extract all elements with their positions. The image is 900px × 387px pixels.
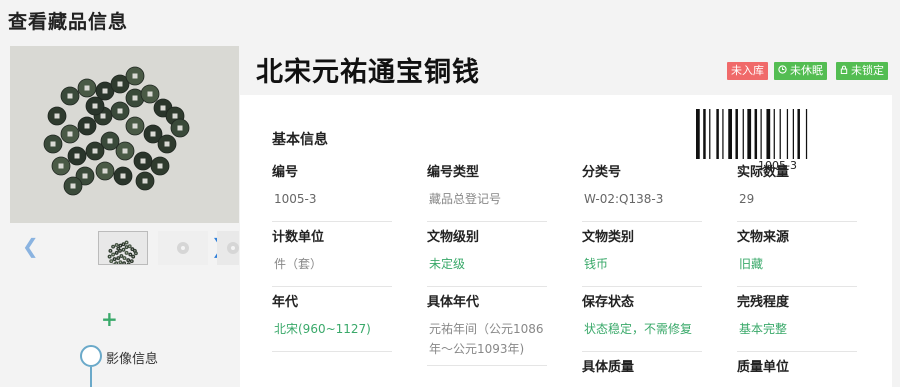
coins-thumbnail — [107, 240, 138, 264]
field-relic-level: 文物级别 未定级 — [427, 228, 547, 287]
status-badge-not-locked: 未锁定 — [836, 62, 888, 80]
relic-title: 北宋元祐通宝铜钱 — [256, 57, 480, 88]
field-value: 基本完整 — [737, 319, 857, 352]
badge-label: 未锁定 — [851, 64, 884, 77]
field-class-number: 分类号 W-02:Q138-3 — [582, 163, 702, 222]
clock-icon — [778, 62, 787, 80]
field-actual-quantity: 实际数量 29 — [737, 163, 857, 222]
status-badge-not-dormant: 未休眠 — [774, 62, 827, 80]
field-label: 计数单位 — [272, 230, 325, 245]
field-label: 分类号 — [582, 165, 622, 180]
field-label: 编号类型 — [427, 165, 480, 180]
field-value: 钱币 — [582, 254, 702, 287]
field-label: 文物来源 — [737, 230, 790, 245]
field-relic-source: 文物来源 旧藏 — [737, 228, 857, 287]
timeline-label-image-info[interactable]: 影像信息 — [106, 348, 158, 367]
lock-icon — [840, 62, 848, 80]
timeline-node-icon[interactable] — [80, 345, 102, 367]
section-title-basic-info: 基本信息 — [272, 132, 328, 148]
field-era: 年代 北宋(960~1127) — [272, 293, 392, 352]
field-value: 未定级 — [427, 254, 547, 287]
field-label: 文物级别 — [427, 230, 480, 245]
field-count-unit: 计数单位 件（套） — [272, 228, 392, 287]
thumbnail-3[interactable] — [217, 231, 239, 265]
chevron-left-icon[interactable]: ❮ — [22, 236, 39, 256]
field-label: 完残程度 — [737, 295, 790, 310]
field-value: 藏品总登记号 — [427, 189, 547, 222]
add-image-button[interactable]: + — [101, 309, 118, 329]
field-value: 1005-3 — [272, 189, 392, 222]
status-badge-not-stored: 未入库 — [727, 62, 768, 80]
basic-info-card: 基本信息 1005-3 编号 1005-3 编号类型 藏品总登记号 分类号 W-… — [240, 95, 892, 387]
field-completeness: 完残程度 基本完整 — [737, 293, 857, 352]
field-value: 29 — [737, 189, 857, 222]
field-value: 元祐年间（公元1086年～公元1093年) — [427, 319, 547, 366]
coins-photo — [43, 66, 190, 196]
field-number: 编号 1005-3 — [272, 163, 392, 222]
field-relic-category: 文物类别 钱币 — [582, 228, 702, 287]
thumbnail-2[interactable] — [158, 231, 208, 265]
page-title: 查看藏品信息 — [8, 11, 129, 33]
field-label: 年代 — [272, 295, 299, 310]
field-specific-era: 具体年代 元祐年间（公元1086年～公元1093年) — [427, 293, 547, 366]
field-label: 具体年代 — [427, 295, 480, 310]
field-specific-mass: 具体质量 — [582, 358, 702, 378]
badge-label: 未入库 — [731, 64, 764, 77]
badge-label: 未休眠 — [790, 64, 823, 77]
field-label: 文物类别 — [582, 230, 635, 245]
field-value: 状态稳定，不需修复 — [582, 319, 702, 352]
thumbnail-1[interactable] — [98, 231, 148, 265]
field-value: 北宋(960~1127) — [272, 319, 392, 352]
main-relic-image[interactable] — [10, 46, 239, 223]
field-label: 实际数量 — [737, 165, 790, 180]
barcode — [696, 109, 808, 159]
coin-thumbnail — [227, 242, 239, 254]
field-number-type: 编号类型 藏品总登记号 — [427, 163, 547, 222]
thumbnail-strip: ❮ ❯ — [10, 228, 239, 268]
field-label: 质量单位 — [737, 360, 790, 375]
field-label: 编号 — [272, 165, 299, 180]
field-value: 件（套） — [272, 254, 392, 287]
field-label: 具体质量 — [582, 360, 635, 375]
field-preservation-status: 保存状态 状态稳定，不需修复 — [582, 293, 702, 352]
field-value: W-02:Q138-3 — [582, 189, 702, 222]
field-mass-unit: 质量单位 — [737, 358, 857, 378]
timeline-line — [90, 367, 92, 387]
field-value: 旧藏 — [737, 254, 857, 287]
field-label: 保存状态 — [582, 295, 635, 310]
coin-thumbnail — [177, 242, 189, 254]
